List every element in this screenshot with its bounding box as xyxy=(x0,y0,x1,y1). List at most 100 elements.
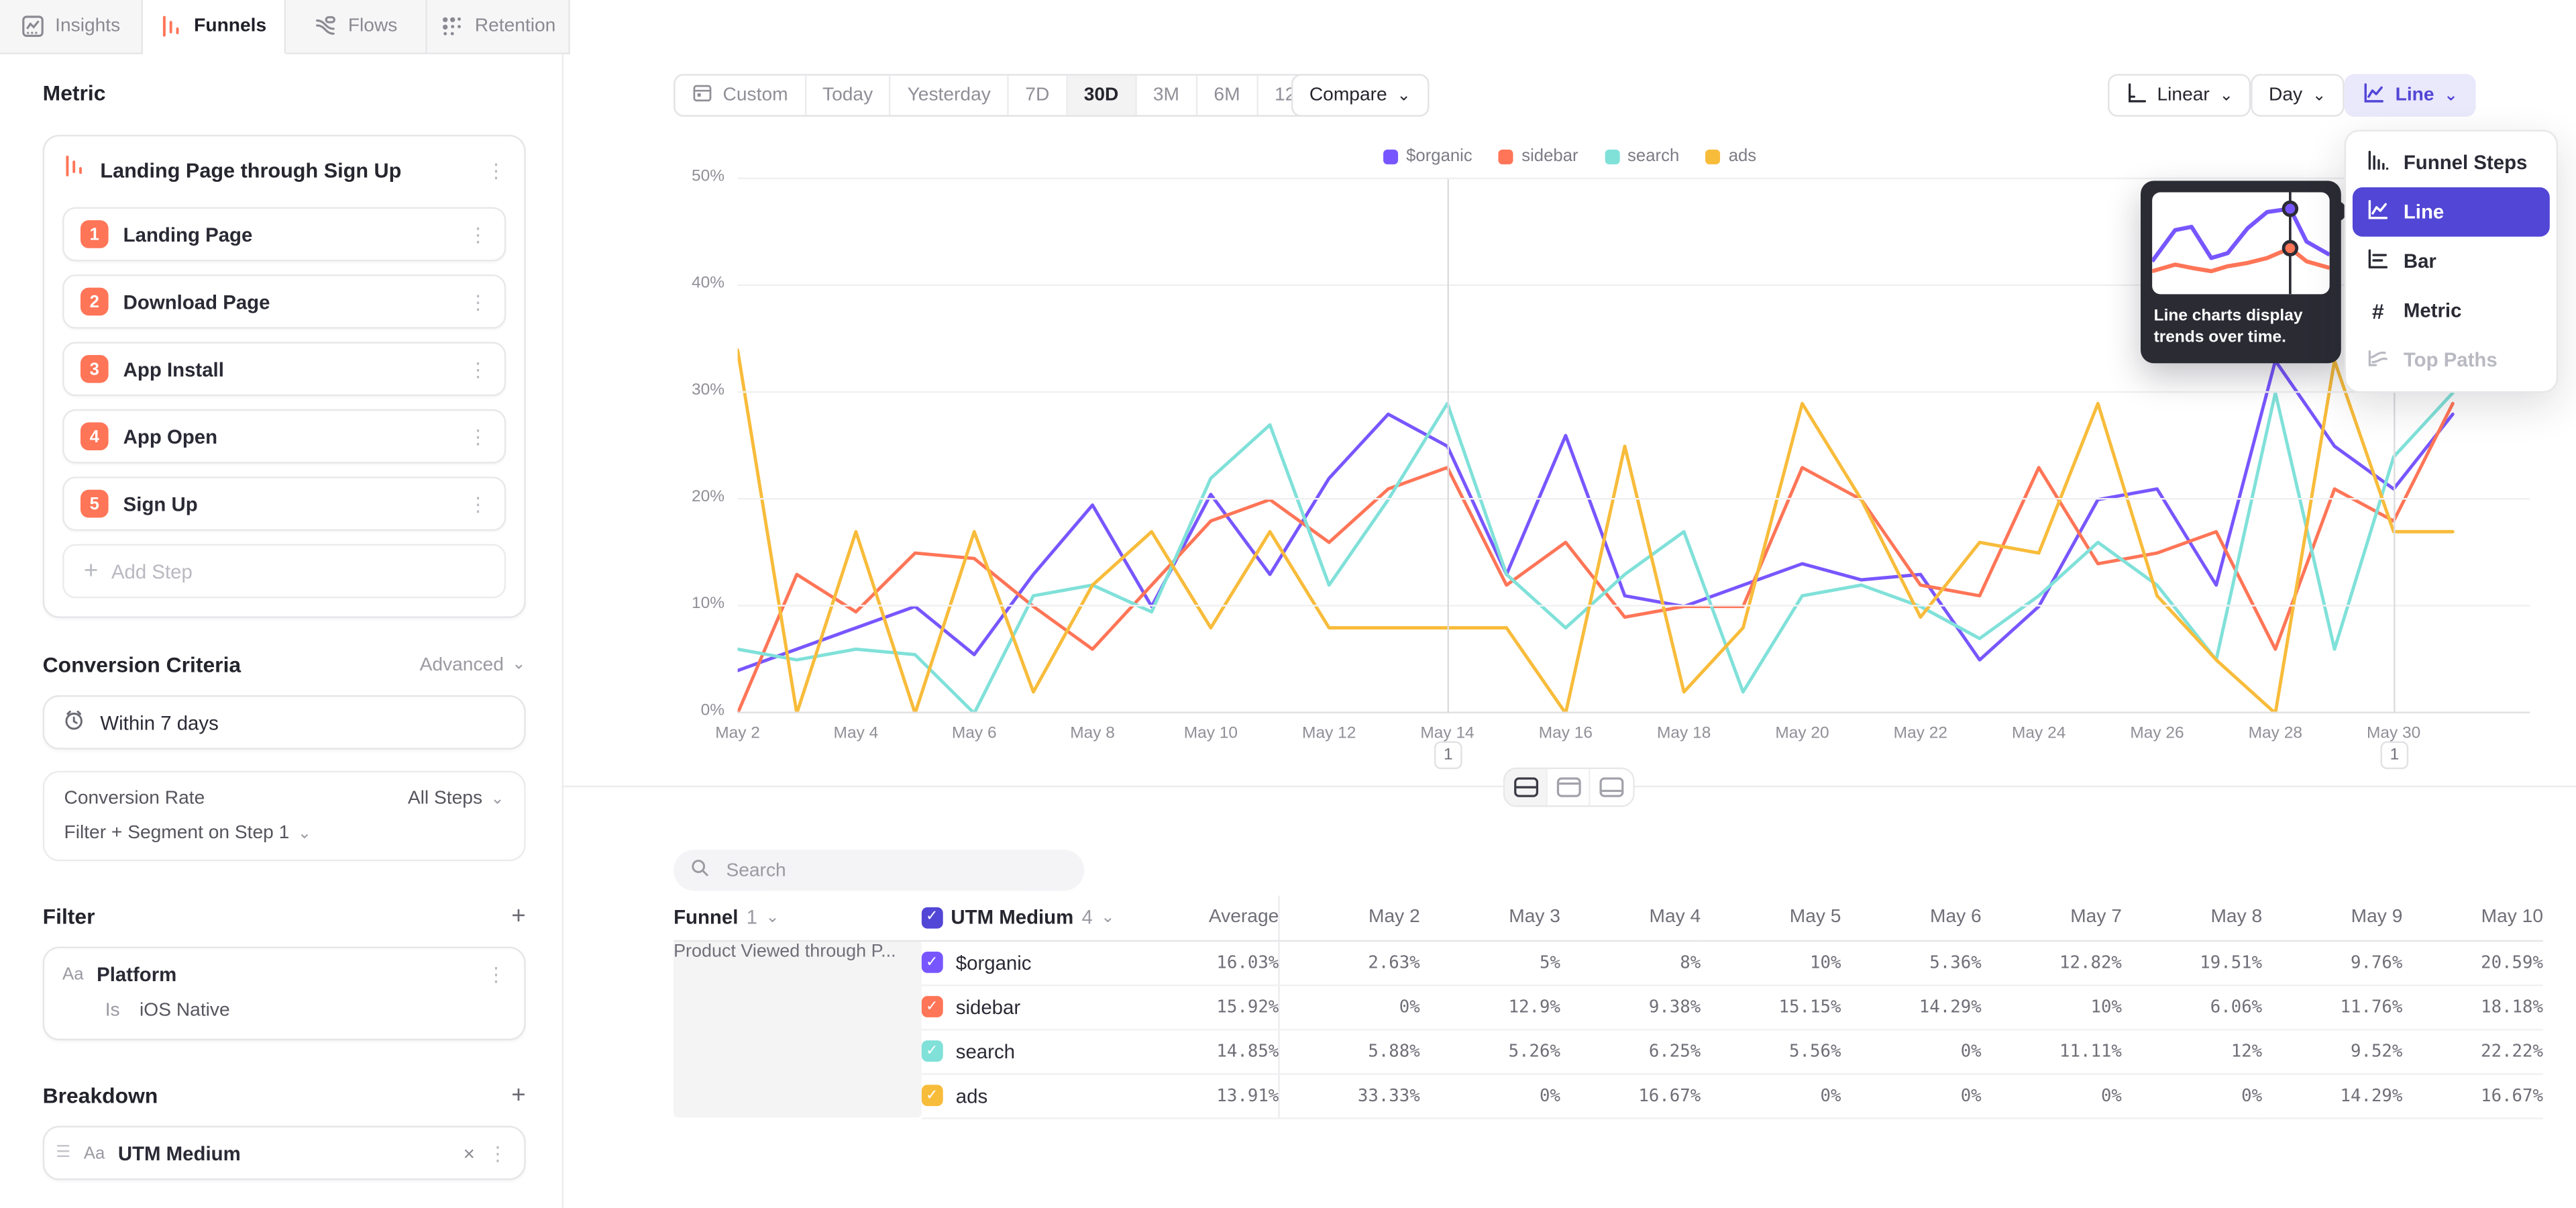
range-yesterday[interactable]: Yesterday xyxy=(891,76,1009,115)
annotation-badge[interactable]: 1 xyxy=(2381,741,2409,769)
conversion-rate-selector[interactable]: All Steps ⌄ xyxy=(408,789,504,809)
breakdown-kebab-icon[interactable]: ⋮ xyxy=(488,1143,507,1162)
row-checkbox[interactable]: ✓ xyxy=(921,1085,943,1106)
funnel-step-4[interactable]: 4 App Open ⋮ xyxy=(62,409,506,464)
filter-card[interactable]: Aa Platform ⋮ Is iOS Native xyxy=(43,947,526,1041)
gridline xyxy=(738,605,2530,606)
table-row[interactable]: ✓search 14.85% 5.88% 5.26% 6.25% 5.56% 0… xyxy=(674,1029,2543,1073)
legend-label: sidebar xyxy=(1521,146,1578,166)
filter-value[interactable]: iOS Native xyxy=(140,1001,230,1020)
funnel-column-header[interactable]: Funnel 1 ⌄ xyxy=(674,896,921,940)
step-kebab-icon[interactable]: ⋮ xyxy=(468,427,488,446)
column-header-date[interactable]: May 3 xyxy=(1420,896,1560,940)
funnel-step-1[interactable]: 1 Landing Page ⋮ xyxy=(62,207,506,262)
tab-insights[interactable]: Insights xyxy=(0,0,142,54)
chevron-down-icon: ⌄ xyxy=(765,909,780,927)
metric-kebab-icon[interactable]: ⋮ xyxy=(486,160,506,180)
x-axis-tick-label: May 24 xyxy=(1990,725,2088,743)
interval-selector-button[interactable]: Day ⌄ xyxy=(2251,74,2344,117)
menu-item-funnel-steps[interactable]: Funnel Steps xyxy=(2353,138,2550,187)
funnel-step-2[interactable]: 2 Download Page ⋮ xyxy=(62,274,506,329)
column-header-date[interactable]: May 2 xyxy=(1280,896,1420,940)
breakdown-column-header[interactable]: ✓ UTM Medium 4 ⌄ xyxy=(921,896,1139,940)
value-cell: 0% xyxy=(1420,1073,1560,1117)
breakdown-table: Funnel 1 ⌄ ✓ UTM Medium 4 ⌄ Average May … xyxy=(674,896,2543,1119)
range-6m[interactable]: 6M xyxy=(1197,76,1258,115)
menu-item-bar[interactable]: Bar xyxy=(2353,237,2550,286)
metric-heading: Metric xyxy=(43,81,526,105)
compare-button[interactable]: Compare ⌄ xyxy=(1291,74,1429,117)
menu-item-metric[interactable]: # Metric xyxy=(2353,286,2550,335)
column-header-date[interactable]: May 10 xyxy=(2402,896,2543,940)
column-header-date[interactable]: May 8 xyxy=(2122,896,2262,940)
legend-item-sidebar[interactable]: sidebar xyxy=(1499,146,1578,166)
breakdown-property: UTM Medium xyxy=(118,1142,450,1164)
select-all-checkbox[interactable]: ✓ xyxy=(921,907,943,928)
value-cell: 0% xyxy=(2122,1073,2262,1117)
range-custom[interactable]: Custom xyxy=(676,76,806,115)
funnel-step-3[interactable]: 3 App Install ⋮ xyxy=(62,342,506,396)
add-breakdown-button[interactable]: + xyxy=(511,1083,525,1108)
interval-label: Day xyxy=(2269,85,2302,105)
step-kebab-icon[interactable]: ⋮ xyxy=(468,494,488,513)
remove-breakdown-icon[interactable]: × xyxy=(464,1142,475,1164)
legend-item-ads[interactable]: ads xyxy=(1705,146,1756,166)
tab-flows[interactable]: Flows xyxy=(285,0,427,54)
range-7d[interactable]: 7D xyxy=(1009,76,1067,115)
row-checkbox[interactable]: ✓ xyxy=(921,996,943,1017)
step-kebab-icon[interactable]: ⋮ xyxy=(468,292,488,311)
chart-type-button[interactable]: Line ⌄ xyxy=(2345,74,2476,117)
filter-operator[interactable]: Is xyxy=(105,1001,120,1020)
column-header-average[interactable]: Average xyxy=(1139,896,1279,940)
table-row[interactable]: Product Viewed through P... ✓$organic 16… xyxy=(674,940,2543,985)
add-step-button[interactable]: + Add Step xyxy=(62,544,506,599)
table-row[interactable]: ✓sidebar 15.92% 0% 12.9% 9.38% 15.15% 14… xyxy=(674,985,2543,1029)
column-header-date[interactable]: May 6 xyxy=(1841,896,1981,940)
table-view-button[interactable] xyxy=(1591,769,1633,805)
funnel-name: Landing Page through Sign Up xyxy=(100,158,471,181)
step-kebab-icon[interactable]: ⋮ xyxy=(468,359,488,379)
search-input[interactable] xyxy=(723,859,1068,882)
flows-icon xyxy=(313,15,336,38)
range-3m[interactable]: 3M xyxy=(1136,76,1197,115)
range-today[interactable]: Today xyxy=(806,76,892,115)
funnel-step-5[interactable]: 5 Sign Up ⋮ xyxy=(62,476,506,531)
filter-kebab-icon[interactable]: ⋮ xyxy=(486,965,506,985)
add-filter-button[interactable]: + xyxy=(511,904,525,929)
value-cell: 9.38% xyxy=(1560,985,1701,1029)
chart-view-button[interactable] xyxy=(1548,769,1591,805)
legend-item-search[interactable]: search xyxy=(1605,146,1679,166)
column-header-date[interactable]: May 7 xyxy=(1982,896,2122,940)
column-header-date[interactable]: May 9 xyxy=(2262,896,2402,940)
column-header-date[interactable]: May 4 xyxy=(1560,896,1701,940)
scale-label: Linear xyxy=(2157,85,2210,105)
column-header-date[interactable]: May 5 xyxy=(1701,896,1841,940)
breakdown-card[interactable]: ☰ Aa UTM Medium × ⋮ xyxy=(43,1126,526,1180)
table-search[interactable] xyxy=(674,850,1084,891)
compare-label: Compare xyxy=(1309,85,1387,105)
table-row[interactable]: ✓ads 13.91% 33.33% 0% 16.67% 0% 0% 0% 0%… xyxy=(674,1073,2543,1117)
chevron-down-icon: ⌄ xyxy=(490,790,504,808)
insights-icon xyxy=(21,15,44,38)
step-kebab-icon[interactable]: ⋮ xyxy=(468,224,488,244)
conversion-window-button[interactable]: Within 7 days xyxy=(43,695,526,750)
menu-item-line[interactable]: Line xyxy=(2353,187,2550,236)
value-cell: 6.25% xyxy=(1560,1029,1701,1073)
scale-selector-button[interactable]: Linear ⌄ xyxy=(2108,74,2251,117)
row-checkbox[interactable]: ✓ xyxy=(921,952,943,973)
drag-handle-icon[interactable]: ☰ xyxy=(56,1144,70,1162)
panel-layout-toggles xyxy=(1503,768,1635,807)
tab-funnels[interactable]: Funnels xyxy=(142,0,284,54)
funnel-cell[interactable]: Product Viewed through P... xyxy=(674,940,921,1117)
segment-selector[interactable]: Filter + Segment on Step 1 ⌄ xyxy=(64,823,504,843)
row-checkbox[interactable]: ✓ xyxy=(921,1040,943,1062)
range-30d[interactable]: 30D xyxy=(1067,76,1136,115)
x-axis-tick-label: May 28 xyxy=(2226,725,2324,743)
advanced-toggle[interactable]: Advanced ⌄ xyxy=(420,655,526,674)
legend-item-organic[interactable]: $organic xyxy=(1383,146,1472,166)
tab-retention[interactable]: Retention xyxy=(427,0,570,54)
step-number-badge: 1 xyxy=(80,220,109,248)
query-builder-sidebar: Metric Landing Page through Sign Up ⋮ 1 … xyxy=(0,54,564,1208)
annotation-badge[interactable]: 1 xyxy=(1434,741,1462,769)
split-view-button[interactable] xyxy=(1505,769,1548,805)
